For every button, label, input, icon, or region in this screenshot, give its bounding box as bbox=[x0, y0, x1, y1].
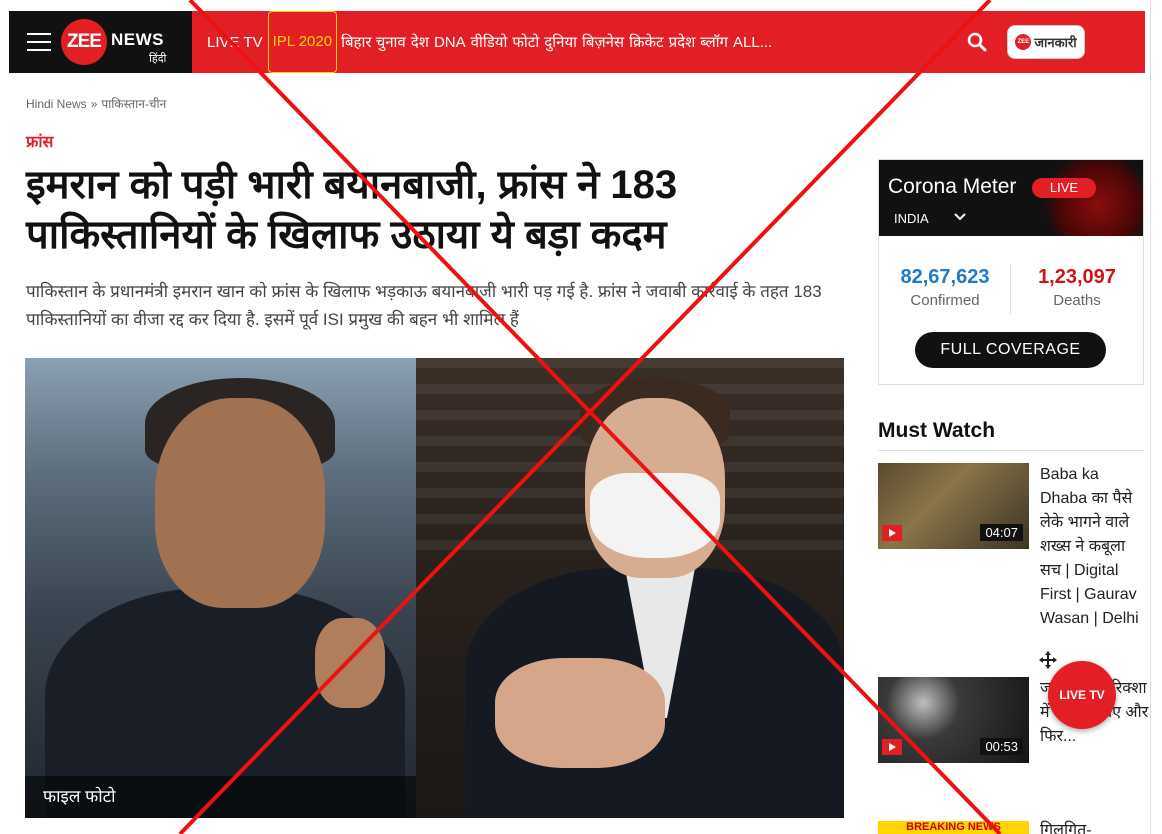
photo-left-face bbox=[155, 398, 325, 608]
hindi-logo-subtext: हिंदी bbox=[149, 53, 167, 65]
video-thumbnail-1[interactable]: 04:07 bbox=[878, 463, 1029, 549]
page-right-border bbox=[1150, 0, 1151, 834]
must-watch-title: Must Watch bbox=[878, 419, 996, 442]
search-icon[interactable] bbox=[967, 32, 987, 52]
corona-meter-title: Corona Meter bbox=[888, 175, 1017, 198]
video-title-3[interactable]: गिलगित- bbox=[1040, 818, 1092, 834]
photo-right-hands bbox=[495, 658, 665, 768]
chevron-down-icon[interactable] bbox=[953, 210, 967, 224]
article-category[interactable]: फ्रांस bbox=[26, 130, 53, 152]
nav-ipl-2020[interactable]: IPL 2020 bbox=[267, 11, 338, 73]
country-select[interactable]: INDIA bbox=[894, 211, 929, 226]
nav-live-tv[interactable]: LIVE TV bbox=[207, 34, 263, 51]
video-duration: 04:07 bbox=[980, 524, 1023, 541]
nav-dna[interactable]: DNA bbox=[434, 34, 466, 51]
nav-video[interactable]: वीडियो bbox=[471, 32, 508, 52]
logo-area: ZEE NEWS हिंदी bbox=[9, 11, 192, 73]
breadcrumb-home[interactable]: Hindi News bbox=[26, 97, 87, 111]
nav-bihar-chunav[interactable]: बिहार चुनाव bbox=[341, 32, 406, 52]
full-coverage-button[interactable]: FULL COVERAGE bbox=[915, 332, 1106, 368]
main-nav: LIVE TV IPL 2020 बिहार चुनाव देश DNA वीड… bbox=[207, 11, 777, 73]
breadcrumb-separator: » bbox=[90, 97, 98, 111]
virus-graphic bbox=[1043, 160, 1143, 236]
deaths-value: 1,23,097 bbox=[1038, 266, 1116, 288]
hamburger-menu-icon[interactable] bbox=[27, 33, 51, 51]
photo-left-hand bbox=[315, 618, 385, 708]
video-thumbnail-2[interactable]: 00:53 bbox=[878, 677, 1029, 763]
zee-badge-icon: ZEE bbox=[1015, 34, 1032, 50]
nav-business[interactable]: बिज़नेस bbox=[582, 32, 624, 52]
confirmed-value: 82,67,623 bbox=[900, 266, 990, 288]
corona-meter-widget: Corona Meter LIVE INDIA 82,67,623 Confir… bbox=[878, 159, 1144, 385]
breadcrumb: Hindi News» पाकिस्तान-चीन bbox=[26, 95, 166, 112]
article-summary: पाकिस्तान के प्रधानमंत्री इमरान खान को फ… bbox=[26, 282, 822, 329]
play-icon bbox=[882, 525, 902, 541]
nav-photo[interactable]: फोटो bbox=[512, 32, 539, 52]
zee-logo[interactable]: ZEE bbox=[61, 19, 107, 65]
deaths-stat: 1,23,097 Deaths bbox=[1011, 266, 1143, 309]
photo-right-mask bbox=[590, 473, 720, 558]
live-badge: LIVE bbox=[1032, 178, 1096, 198]
jaankari-label: जानकारी bbox=[1034, 35, 1077, 50]
play-icon bbox=[882, 739, 902, 755]
confirmed-stat: 82,67,623 Confirmed bbox=[879, 266, 1011, 309]
move-icon[interactable] bbox=[1039, 651, 1057, 669]
live-tv-floating-button[interactable]: LIVE TV bbox=[1048, 661, 1116, 729]
breadcrumb-section[interactable]: पाकिस्तान-चीन bbox=[101, 97, 166, 111]
video-title-1[interactable]: Baba ka Dhaba का पैसे लेके भागने वाले शख… bbox=[1040, 463, 1150, 631]
image-caption: फाइल फोटो bbox=[25, 776, 416, 818]
article-title: इमरान को पड़ी भारी बयानबाजी, फ्रांस ने 1… bbox=[26, 163, 678, 257]
video-duration: 00:53 bbox=[980, 738, 1023, 755]
jaankari-button[interactable]: ZEE जानकारी bbox=[1007, 25, 1085, 59]
nav-all[interactable]: ALL... bbox=[733, 34, 772, 51]
deaths-label: Deaths bbox=[1053, 292, 1101, 309]
breaking-news-thumbnail[interactable]: BREAKING NEWS bbox=[878, 821, 1029, 834]
confirmed-label: Confirmed bbox=[910, 292, 980, 309]
nav-desh[interactable]: देश bbox=[411, 32, 429, 52]
news-logo-text[interactable]: NEWS bbox=[111, 30, 164, 50]
nav-duniya[interactable]: दुनिया bbox=[544, 32, 577, 52]
top-navbar: ZEE NEWS हिंदी LIVE TV IPL 2020 बिहार चु… bbox=[9, 11, 1145, 73]
corona-meter-header: Corona Meter LIVE INDIA bbox=[879, 160, 1143, 236]
must-watch-divider bbox=[878, 450, 1144, 451]
nav-cricket[interactable]: क्रिकेट bbox=[629, 32, 664, 52]
nav-blog[interactable]: ब्लॉग bbox=[700, 32, 728, 52]
nav-pradesh[interactable]: प्रदेश bbox=[669, 32, 696, 52]
article-hero-image: फाइल फोटो bbox=[25, 358, 844, 818]
